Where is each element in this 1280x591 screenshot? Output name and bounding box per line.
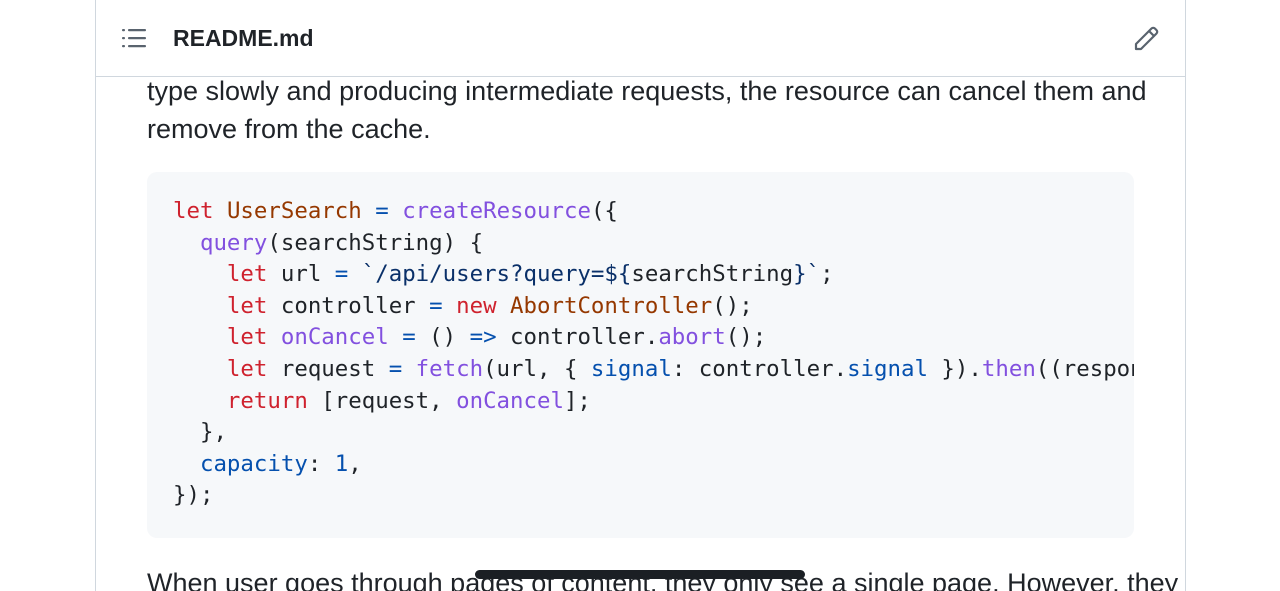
code-token: createResource — [402, 198, 591, 224]
pencil-icon[interactable] — [1132, 25, 1160, 53]
code-token: ; — [820, 261, 834, 288]
code-line: }); — [173, 480, 1134, 512]
code-line: let UserSearch = createResource({ — [173, 196, 1134, 228]
paragraph-line: remove from the cache. — [147, 114, 431, 144]
code-token: fetch — [415, 355, 484, 382]
readme-container: README.md type slowly and producing inte… — [95, 0, 1186, 591]
code-token: (url, { — [483, 355, 591, 382]
code-token: = — [388, 355, 403, 382]
code-line: capacity: 1, — [173, 449, 1134, 481]
code-token: ((respons — [1035, 355, 1134, 382]
code-token: let — [226, 324, 268, 351]
code-token: = — [429, 292, 443, 319]
code-token: request — [267, 355, 389, 382]
code-line: let onCancel = () => controller.abort(); — [173, 322, 1134, 354]
code-token: let — [226, 292, 268, 319]
code-token: capacity — [199, 450, 308, 477]
list-unordered-icon[interactable] — [121, 25, 147, 51]
code-token: [request, — [307, 387, 457, 414]
code-line: let controller = new AbortController(); — [173, 291, 1134, 323]
code-token: let — [226, 261, 268, 288]
paragraph-line: type slowly and producing intermediate r… — [147, 76, 1147, 106]
code-token: let — [226, 355, 268, 382]
code-token: 1 — [334, 450, 349, 477]
code-token: UserSearch — [226, 198, 362, 224]
code-token: , — [348, 450, 362, 477]
code-token: controller — [267, 292, 430, 319]
code-token: (searchString) { — [267, 229, 484, 256]
code-line: let request = fetch(url, { signal: contr… — [173, 354, 1134, 386]
code-token: }, — [173, 419, 227, 446]
code-token: `/api/users?query=${ — [361, 261, 632, 288]
paragraph-top: type slowly and producing intermediate r… — [147, 72, 1147, 148]
code-token: let — [173, 198, 214, 224]
file-name: README.md — [173, 25, 314, 51]
code-token: controller. — [496, 324, 659, 351]
code-token: (); — [725, 324, 767, 351]
code-token: => — [469, 324, 497, 351]
code-token: : controller. — [671, 355, 848, 382]
code-token: abort — [658, 324, 726, 351]
file-header: README.md — [96, 0, 1185, 77]
code-line: return [request, onCancel]; — [173, 386, 1134, 418]
code-token: return — [226, 387, 308, 414]
code-line: let url = `/api/users?query=${searchStri… — [173, 259, 1134, 291]
code-token: new — [456, 292, 497, 319]
code-token: ({ — [590, 198, 618, 224]
code-token: (); — [712, 292, 753, 319]
code-token: }` — [793, 261, 821, 288]
code-token: searchString — [631, 261, 794, 288]
code-token: onCancel — [280, 324, 389, 351]
code-token: onCancel — [456, 387, 564, 414]
code-token: then — [981, 355, 1036, 382]
scroll-indicator[interactable] — [475, 570, 805, 579]
code-token: }); — [173, 482, 214, 509]
code-token: }). — [927, 355, 982, 382]
code-token: url — [267, 261, 335, 288]
code-block: let UserSearch = createResource({ query(… — [147, 172, 1134, 538]
code-token: AbortController — [510, 292, 713, 319]
code-token: signal — [847, 355, 928, 382]
code-token: = — [402, 324, 416, 351]
code-line: query(searchString) { — [173, 228, 1134, 260]
code-token: = — [334, 261, 349, 288]
code-token: = — [375, 198, 389, 224]
code-token: signal — [590, 355, 672, 382]
code-line: }, — [173, 417, 1134, 449]
code-token: query — [199, 229, 268, 256]
code-content: let UserSearch = createResource({ query(… — [173, 196, 1134, 512]
code-token: ]; — [563, 387, 591, 414]
code-token: () — [415, 324, 470, 351]
code-token: : — [307, 450, 335, 477]
